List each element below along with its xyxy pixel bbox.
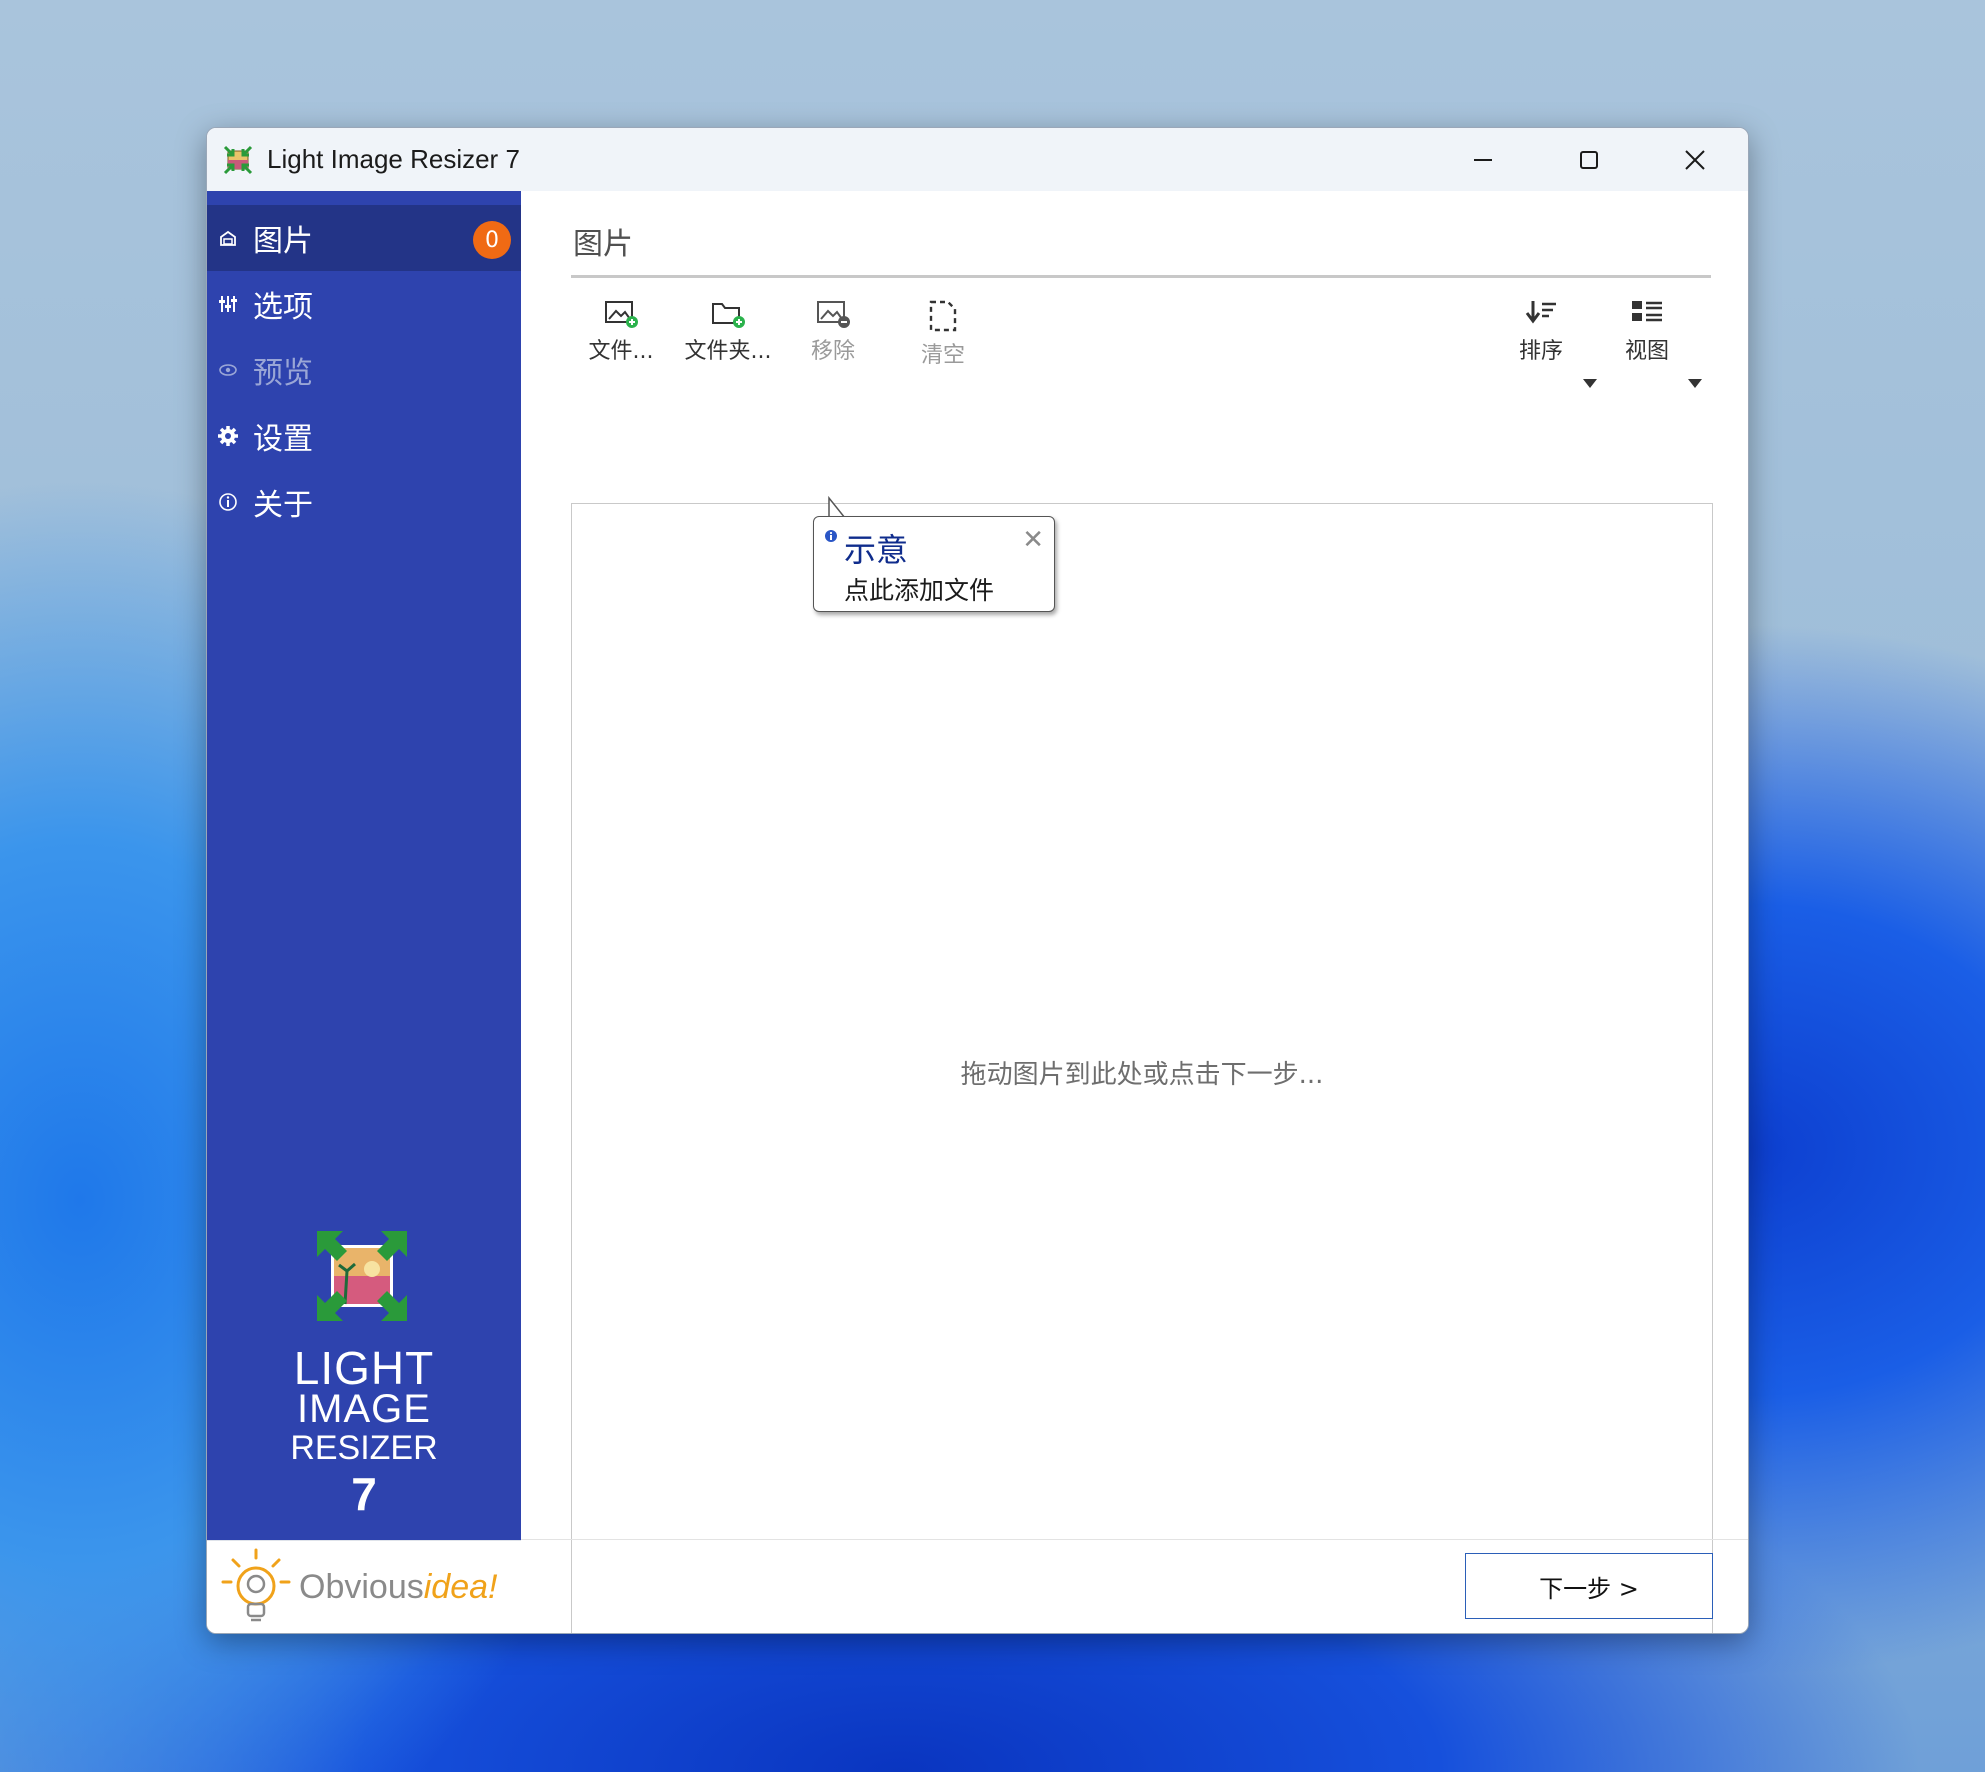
view-list-icon [1632,301,1662,322]
brand-logo-icon [317,1231,407,1321]
app-window: Light Image Resizer 7 图片 0 选项 预览 设置 关于 L… [206,127,1749,1634]
add-folder-label: 文件夹... [684,339,772,364]
remove-button[interactable]: 移除 [793,299,873,365]
sort-icon [1525,301,1556,324]
next-step-button[interactable]: 下一步 > [1465,1553,1713,1619]
sidebar-item-label: 预览 [253,356,313,391]
company-name-plain: Obvious [299,1568,424,1606]
add-folder-button[interactable]: 文件夹... [673,299,783,365]
sidebar-item-images[interactable]: 图片 0 [207,205,521,271]
drop-hint: 拖动图片到此处或点击下一步... [960,1060,1324,1090]
main-panel: 图片 文件... 文件夹... 移除 清空 排序 视图 拖动图片到此处或点击下一… [521,191,1748,1633]
sort-label: 排序 [1518,339,1563,364]
sidebar: 图片 0 选项 预览 设置 关于 LIGHT IMAGE RESIZER 7 [207,191,521,1540]
tooltip-body: 点此添加文件 [844,576,995,605]
sort-button[interactable]: 排序 [1511,299,1571,365]
company-logo[interactable]: Obviousidea! [207,1540,521,1633]
title-bar[interactable]: Light Image Resizer 7 [207,128,1748,191]
add-files-button[interactable]: 文件... [571,299,671,365]
image-drop-area[interactable]: 拖动图片到此处或点击下一步... [571,503,1713,1633]
minimize-icon [1474,158,1492,161]
remove-image-icon [817,301,850,328]
close-button[interactable] [1642,128,1748,191]
sort-dropdown-arrow-icon[interactable] [1583,379,1597,388]
sidebar-item-label: 关于 [253,488,313,523]
maximize-icon [1580,150,1598,169]
company-name: Obviousidea! [299,1568,497,1607]
info-icon [825,530,837,542]
sliders-icon [217,293,239,315]
lightbulb-icon [221,1548,291,1621]
view-dropdown-arrow-icon[interactable] [1688,379,1702,388]
app-logo-icon [223,145,253,174]
sidebar-item-settings[interactable]: 设置 [207,403,521,469]
brand-line-image: IMAGE [297,1387,431,1431]
add-folder-icon [712,303,745,328]
hint-tooltip: 示意 点此添加文件 ✕ [813,516,1055,612]
info-icon [217,491,239,513]
tooltip-close-icon[interactable]: ✕ [1022,525,1044,555]
page-title: 图片 [573,227,633,262]
images-icon [217,227,239,249]
gear-icon [217,425,239,447]
sidebar-item-label: 图片 [253,224,313,259]
tooltip-title: 示意 [844,531,909,569]
sidebar-item-label: 设置 [253,422,313,457]
sidebar-item-options[interactable]: 选项 [207,271,521,337]
clear-label: 清空 [920,343,965,368]
maximize-button[interactable] [1536,128,1642,191]
add-image-icon [605,301,638,328]
remove-label: 移除 [810,339,855,364]
sidebar-item-about[interactable]: 关于 [207,469,521,535]
view-label: 视图 [1624,339,1669,364]
image-count-badge: 0 [473,221,511,259]
brand-line-resizer: RESIZER [290,1429,438,1467]
eye-icon [217,359,239,381]
add-files-label: 文件... [588,339,654,364]
close-icon [1685,149,1705,170]
view-button[interactable]: 视图 [1617,299,1677,365]
sidebar-item-label: 选项 [253,290,313,325]
footer-divider [521,1539,1748,1540]
clear-list-icon [929,300,957,332]
sidebar-item-preview[interactable]: 预览 [207,337,521,403]
brand-version: 7 [351,1468,377,1520]
clear-button[interactable]: 清空 [903,299,983,369]
title-divider [571,275,1711,278]
minimize-button[interactable] [1430,128,1536,191]
company-name-accent: idea! [423,1568,498,1606]
window-title: Light Image Resizer 7 [267,144,520,174]
